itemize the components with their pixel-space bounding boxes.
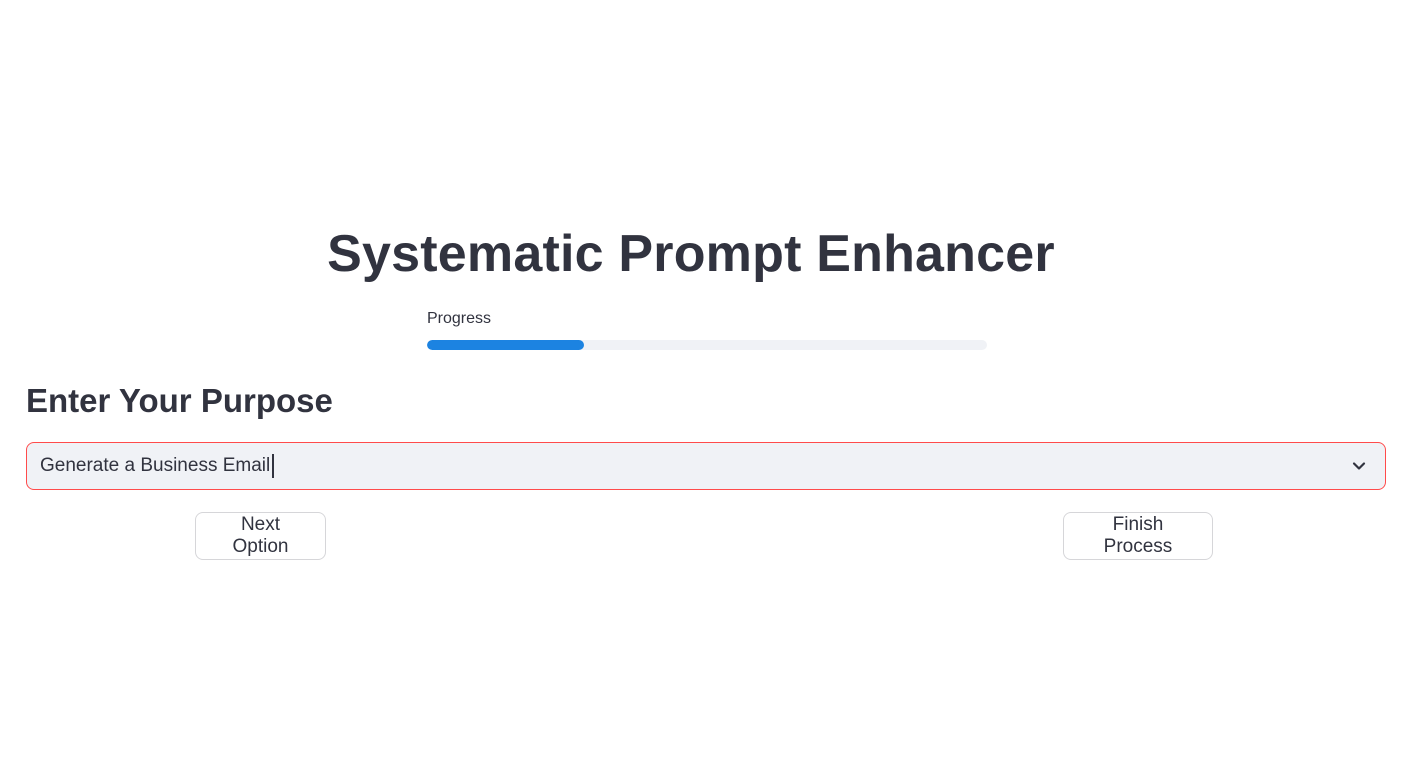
- purpose-select-value: Generate a Business Email: [40, 455, 271, 476]
- app-page: Systematic Prompt Enhancer Progress Ente…: [0, 0, 1413, 758]
- page-title: Systematic Prompt Enhancer: [327, 225, 1055, 283]
- purpose-select-value-wrap[interactable]: Generate a Business Email: [27, 454, 1339, 478]
- progress-bar-fill: [427, 340, 584, 350]
- next-option-button[interactable]: Next Option: [195, 512, 326, 560]
- progress-section: Progress: [427, 308, 987, 350]
- section-heading: Enter Your Purpose: [26, 382, 333, 419]
- chevron-down-icon[interactable]: [1339, 443, 1379, 489]
- purpose-select[interactable]: Generate a Business Email: [26, 442, 1386, 490]
- finish-process-button[interactable]: Finish Process: [1063, 512, 1213, 560]
- progress-bar-track: [427, 340, 987, 350]
- progress-label: Progress: [427, 310, 492, 327]
- text-cursor: [272, 454, 275, 478]
